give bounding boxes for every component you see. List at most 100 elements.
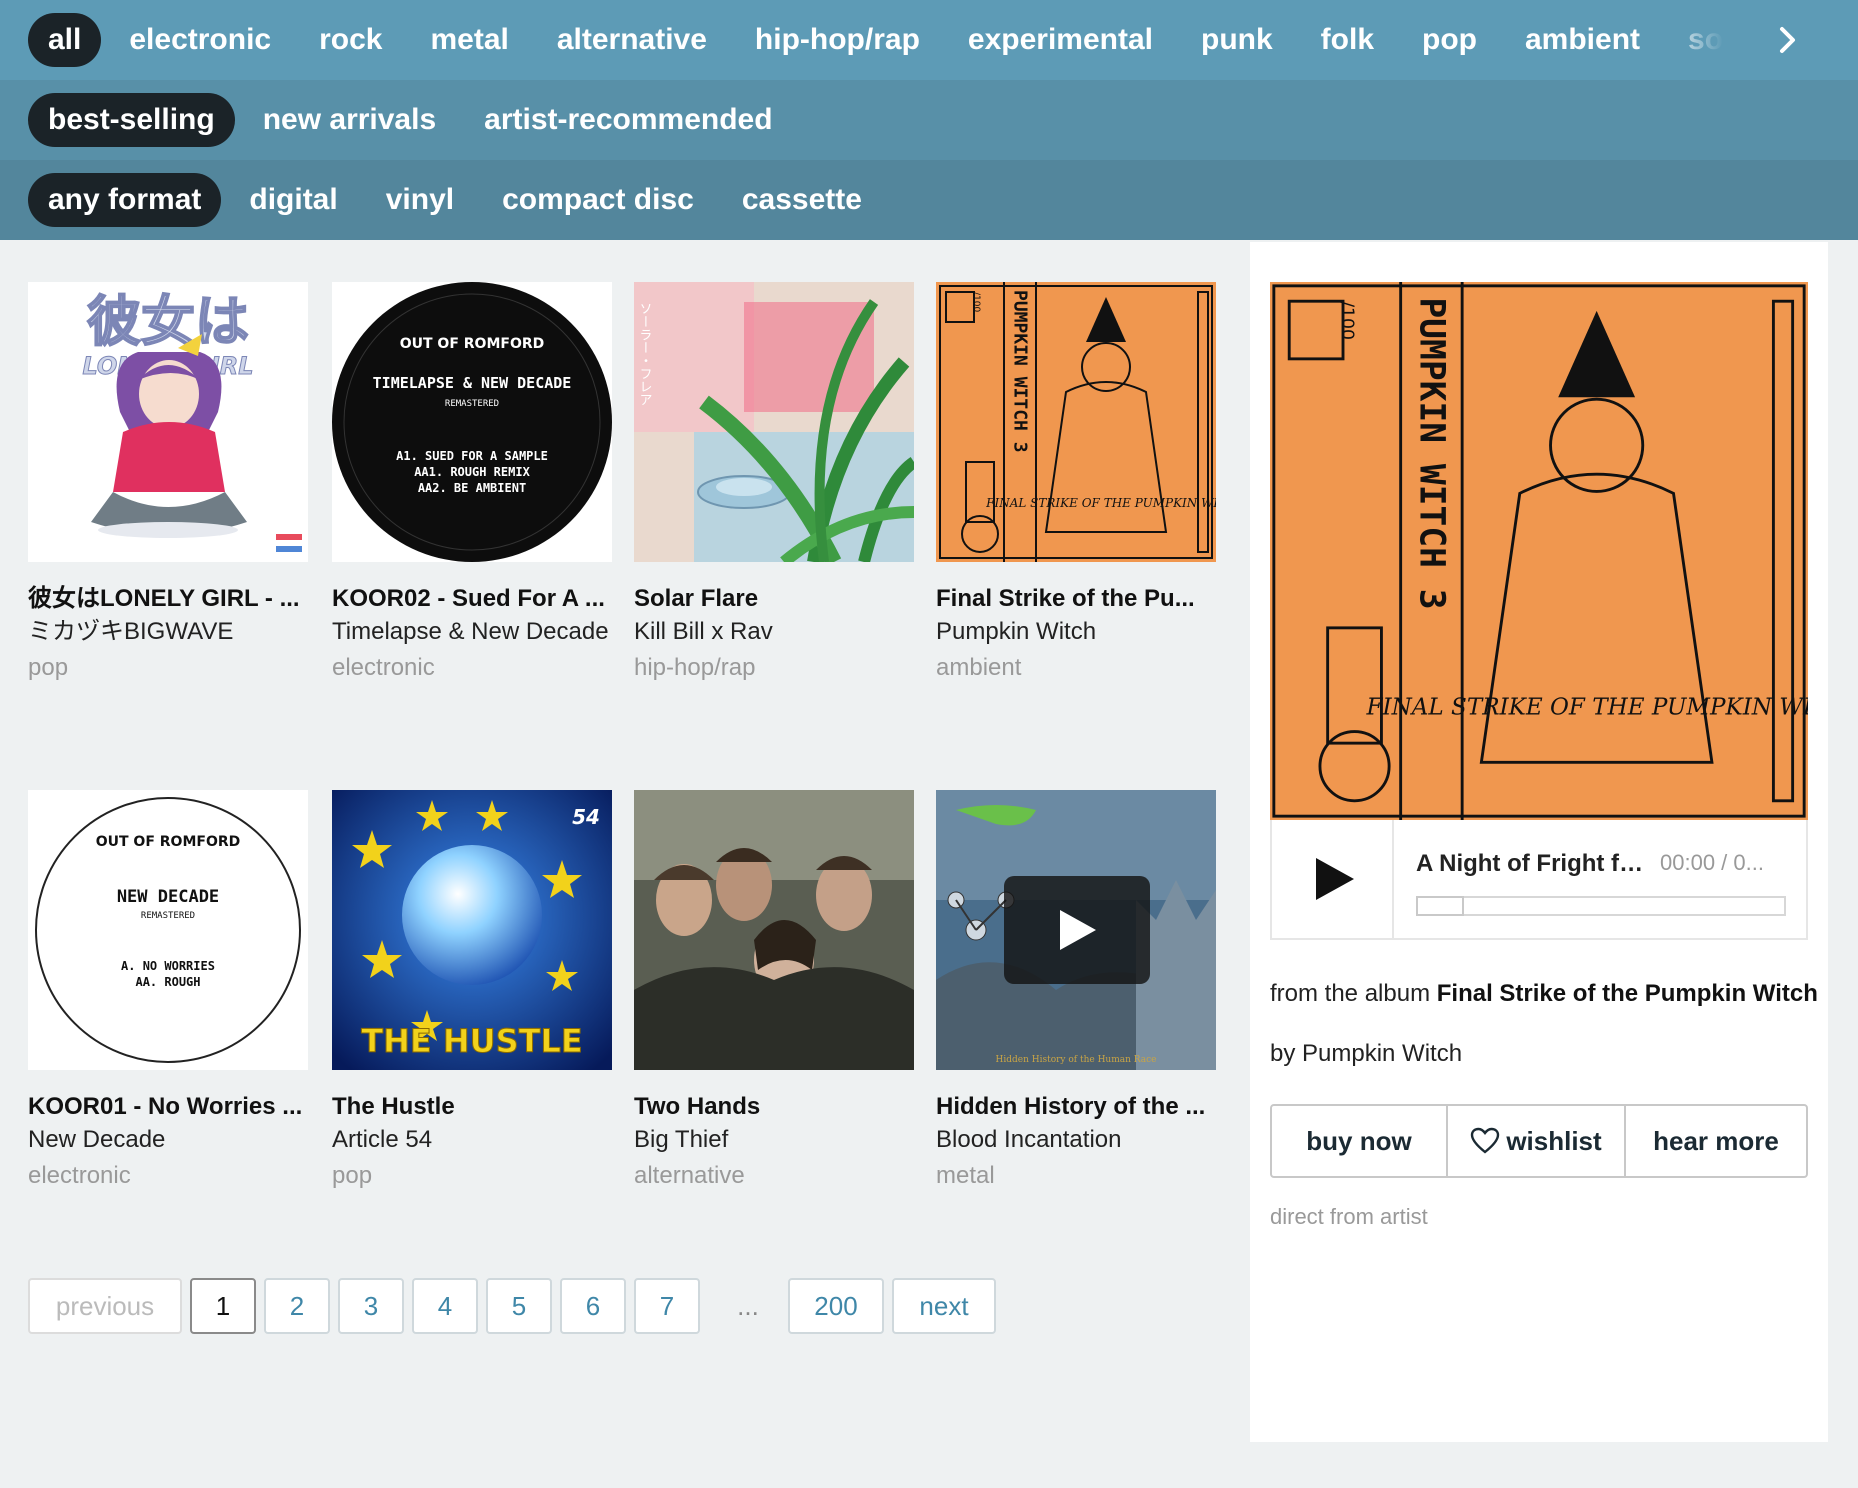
- buy-now-button[interactable]: buy now: [1272, 1106, 1446, 1176]
- previous-button[interactable]: previous: [28, 1278, 182, 1334]
- genre-tab-electronic[interactable]: electronic: [109, 13, 291, 67]
- from-prefix: from the album: [1270, 980, 1437, 1007]
- genre-tab-punk[interactable]: punk: [1181, 13, 1293, 67]
- artist-credit[interactable]: by Pumpkin Witch: [1270, 1040, 1462, 1068]
- release-artist[interactable]: Timelapse & New Decade: [332, 614, 614, 650]
- page-1-button[interactable]: 1: [190, 1278, 256, 1334]
- release-card[interactable]: 彼女は LONELY GIRL 彼女はLONELY GIRL - ... ミカヅ…: [28, 282, 310, 686]
- page-7-button[interactable]: 7: [634, 1278, 700, 1334]
- sort-tab-artist-recommended[interactable]: artist-recommended: [464, 93, 792, 147]
- release-artist[interactable]: New Decade: [28, 1122, 310, 1158]
- cover-track: AA1. ROUGH REMIX: [414, 465, 530, 479]
- genre-tab-metal[interactable]: metal: [410, 13, 528, 67]
- cover-art-title: FINAL STRIKE OF THE PUMPKIN WITCH: [1366, 694, 1808, 720]
- chevron-right-icon[interactable]: [1770, 22, 1806, 58]
- format-tab-compact-disc[interactable]: compact disc: [482, 173, 714, 227]
- video-play-overlay[interactable]: [1004, 876, 1150, 984]
- cover-remastered: REMASTERED: [141, 911, 195, 921]
- hear-more-button[interactable]: hear more: [1624, 1106, 1806, 1176]
- progress-handle[interactable]: [1416, 896, 1464, 916]
- release-artist[interactable]: Blood Incantation: [936, 1122, 1218, 1158]
- pagination: previous 1 2 3 4 5 6 7 ... 200 next: [28, 1278, 1004, 1334]
- disco-ball-cover-art: THE HUSTLE 54: [332, 790, 612, 1070]
- genre-tab-ambient[interactable]: ambient: [1505, 13, 1660, 67]
- release-card[interactable]: THE HUSTLE 54 The Hustle Article 54 pop: [332, 790, 614, 1194]
- tabs-fade: [1660, 0, 1750, 80]
- featured-album-cover[interactable]: PUMPKIN WITCH 3 /100 FINAL STRIKE OF THE…: [1270, 282, 1858, 820]
- play-icon: [1316, 858, 1354, 900]
- release-artist[interactable]: Big Thief: [634, 1122, 916, 1158]
- format-tab-digital[interactable]: digital: [229, 173, 357, 227]
- release-genre: pop: [332, 1162, 373, 1189]
- release-title[interactable]: KOOR01 - No Worries ...: [28, 1092, 310, 1122]
- release-artist[interactable]: Pumpkin Witch: [936, 614, 1218, 650]
- format-tab-any[interactable]: any format: [28, 173, 222, 227]
- pagination-ellipsis: ...: [737, 1290, 759, 1321]
- album-cover[interactable]: [634, 790, 914, 1070]
- album-cover[interactable]: ソーラー・フレア: [634, 282, 914, 562]
- format-tab-vinyl[interactable]: vinyl: [366, 173, 474, 227]
- format-tab-cassette[interactable]: cassette: [722, 173, 882, 227]
- pumpkin-witch-cover-art: PUMPKIN WITCH 3 /100 FINAL STRIKE OF THE…: [936, 282, 1216, 562]
- page-2-button[interactable]: 2: [264, 1278, 330, 1334]
- release-genre: ambient: [936, 654, 1022, 681]
- release-card[interactable]: Two Hands Big Thief alternative: [634, 790, 916, 1194]
- genre-tab-pop[interactable]: pop: [1402, 13, 1497, 67]
- genre-tab-hip-hop-rap[interactable]: hip-hop/rap: [735, 13, 940, 67]
- release-artist[interactable]: ミカヅキBIGWAVE: [28, 614, 310, 650]
- release-title[interactable]: Hidden History of the ...: [936, 1092, 1218, 1122]
- album-cover[interactable]: PUMPKIN WITCH 3 /100 FINAL STRIKE OF THE…: [936, 282, 1216, 562]
- genre-tab-experimental[interactable]: experimental: [948, 13, 1173, 67]
- album-title-link[interactable]: Final Strike of the Pumpkin Witch: [1437, 980, 1818, 1007]
- album-cover[interactable]: OUT OF ROMFORD NEW DECADE REMASTERED A. …: [28, 790, 308, 1070]
- release-card[interactable]: PUMPKIN WITCH 3 /100 FINAL STRIKE OF THE…: [936, 282, 1218, 686]
- genre-tab-rock[interactable]: rock: [299, 13, 402, 67]
- featured-release-panel: PUMPKIN WITCH 3 /100 FINAL STRIKE OF THE…: [1250, 242, 1858, 1442]
- plant-cover-art: ソーラー・フレア: [634, 282, 914, 562]
- sort-tab-best-selling[interactable]: best-selling: [28, 93, 235, 147]
- album-cover[interactable]: THE HUSTLE 54: [332, 790, 612, 1070]
- page-5-button[interactable]: 5: [486, 1278, 552, 1334]
- cover-edition-number: /100: [1337, 301, 1357, 340]
- page-200-button[interactable]: 200: [788, 1278, 884, 1334]
- cover-title: NEW DECADE: [117, 887, 219, 907]
- page-6-button[interactable]: 6: [560, 1278, 626, 1334]
- album-cover[interactable]: 彼女は LONELY GIRL: [28, 282, 308, 562]
- genre-filter-bar: all electronic rock metal alternative hi…: [0, 0, 1858, 80]
- release-card[interactable]: Hidden History of the Human Race Hidden …: [936, 790, 1218, 1194]
- release-genre: pop: [28, 654, 69, 681]
- wishlist-button[interactable]: wishlist: [1446, 1106, 1624, 1176]
- genre-tab-all[interactable]: all: [28, 13, 102, 67]
- progress-bar[interactable]: [1416, 896, 1786, 916]
- sort-tab-new-arrivals[interactable]: new arrivals: [243, 93, 456, 147]
- next-button[interactable]: next: [892, 1278, 996, 1334]
- release-card[interactable]: OUT OF ROMFORD NEW DECADE REMASTERED A. …: [28, 790, 310, 1194]
- release-title[interactable]: Two Hands: [634, 1092, 916, 1122]
- release-title[interactable]: KOOR02 - Sued For A ...: [332, 584, 614, 614]
- genre-tabs: all electronic rock metal alternative hi…: [0, 13, 1740, 67]
- page-4-button[interactable]: 4: [412, 1278, 478, 1334]
- page-3-button[interactable]: 3: [338, 1278, 404, 1334]
- cover-spine-text: PUMPKIN WITCH 3: [1010, 290, 1031, 453]
- release-title[interactable]: 彼女はLONELY GIRL - ...: [28, 584, 310, 614]
- release-card[interactable]: ソーラー・フレア Solar Flare Kill Bill x Rav hip…: [634, 282, 916, 686]
- album-source: from the album Final Strike of the Pumpk…: [1270, 980, 1818, 1008]
- release-card[interactable]: OUT OF ROMFORD TIMELAPSE & NEW DECADE RE…: [332, 282, 614, 686]
- cover-art-title: FINAL STRIKE OF THE PUMPKIN WITCH: [985, 496, 1216, 510]
- cover-edition-number: /100: [971, 292, 981, 312]
- format-filter-bar: any format digital vinyl compact disc ca…: [0, 160, 1858, 240]
- play-button[interactable]: [1272, 820, 1394, 938]
- genre-tab-alternative[interactable]: alternative: [537, 13, 727, 67]
- cover-jp-text: ソーラー・フレア: [637, 302, 652, 406]
- release-artist[interactable]: Kill Bill x Rav: [634, 614, 916, 650]
- band-photo-cover-art: [634, 790, 914, 1070]
- cover-track: A. NO WORRIES: [121, 959, 215, 973]
- album-cover[interactable]: OUT OF ROMFORD TIMELAPSE & NEW DECADE RE…: [332, 282, 612, 562]
- release-artist[interactable]: Article 54: [332, 1122, 614, 1158]
- release-title[interactable]: Solar Flare: [634, 584, 916, 614]
- release-title[interactable]: The Hustle: [332, 1092, 614, 1122]
- release-title[interactable]: Final Strike of the Pu...: [936, 584, 1218, 614]
- album-cover[interactable]: Hidden History of the Human Race: [936, 790, 1216, 1070]
- genre-tab-folk[interactable]: folk: [1301, 13, 1394, 67]
- sort-tabs: best-selling new arrivals artist-recomme…: [0, 93, 801, 147]
